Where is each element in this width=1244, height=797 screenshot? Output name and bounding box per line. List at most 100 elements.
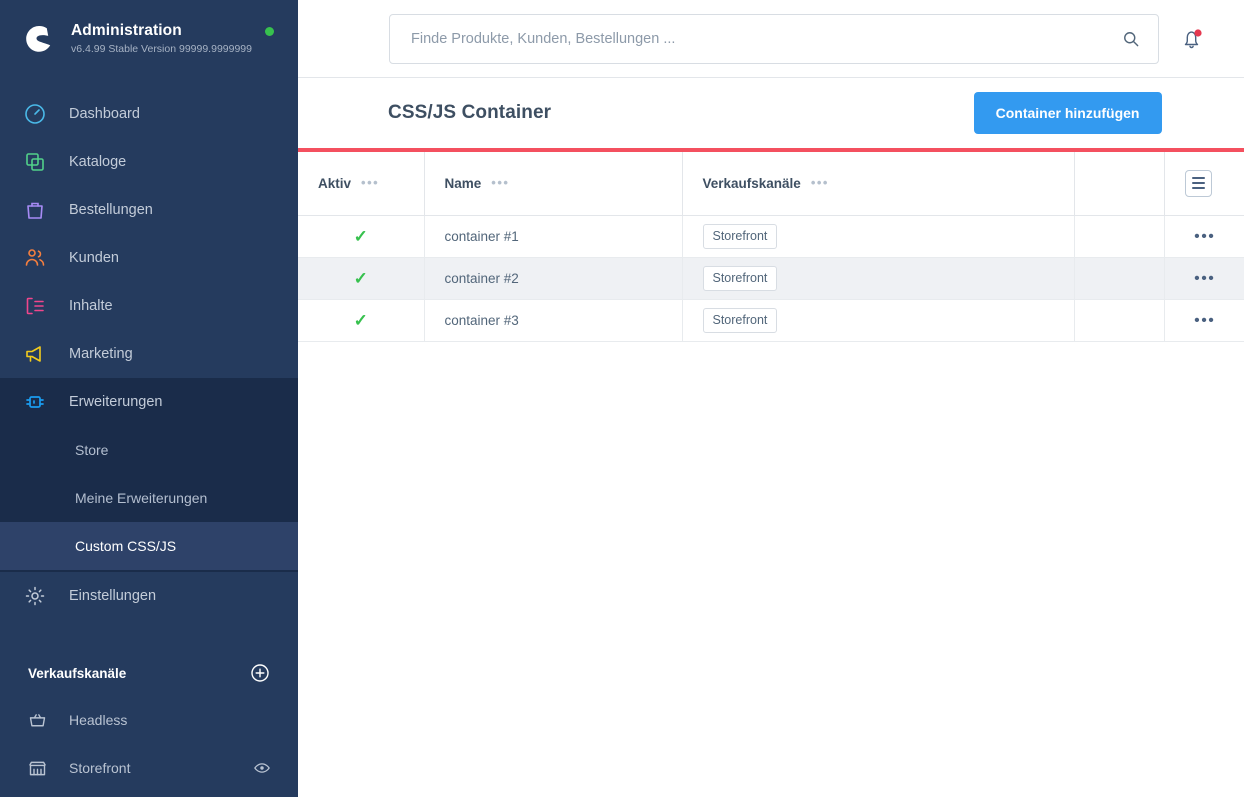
megaphone-icon bbox=[22, 341, 48, 367]
cell-active: ✓ bbox=[298, 215, 425, 258]
cell-blank bbox=[1074, 299, 1165, 342]
column-menu-icon[interactable]: ••• bbox=[811, 176, 829, 189]
cell-blank bbox=[1074, 215, 1165, 258]
sidebar-item-kataloge[interactable]: Kataloge bbox=[0, 138, 298, 186]
list-settings-icon[interactable] bbox=[1184, 169, 1212, 197]
main-navigation: Dashboard Kataloge Bestellungen Kunden I… bbox=[0, 78, 298, 620]
sidebar-subitem-label: Meine Erweiterungen bbox=[75, 490, 208, 506]
gauge-icon bbox=[22, 101, 48, 127]
top-bar bbox=[298, 0, 1244, 78]
column-header-aktiv[interactable]: Aktiv ••• bbox=[298, 152, 425, 216]
sidebar-item-dashboard[interactable]: Dashboard bbox=[0, 90, 298, 138]
copy-icon bbox=[22, 149, 48, 175]
sidebar-item-erweiterungen[interactable]: Erweiterungen bbox=[0, 378, 298, 426]
ellipsis-icon[interactable]: ••• bbox=[1194, 270, 1215, 286]
container-name-link[interactable]: container #1 bbox=[445, 229, 519, 244]
ellipsis-icon[interactable]: ••• bbox=[1194, 228, 1215, 244]
sales-channel-badge: Storefront bbox=[702, 307, 778, 333]
table-body: ✓ container #1 Storefront ••• ✓ containe… bbox=[298, 215, 1244, 342]
sidebar-item-label: Dashboard bbox=[69, 106, 140, 122]
sidebar-item-store[interactable]: Store bbox=[0, 426, 298, 474]
sidebar-item-label: Kunden bbox=[69, 250, 119, 266]
sidebar: Administration v6.4.99 Stable Version 99… bbox=[0, 0, 298, 797]
users-icon bbox=[22, 245, 48, 271]
check-icon: ✓ bbox=[353, 226, 368, 246]
sidebar-subitem-label: Store bbox=[75, 442, 109, 458]
page-title: CSS/JS Container bbox=[388, 102, 552, 123]
sales-channel-badge: Storefront bbox=[702, 265, 778, 291]
column-header-verkaufskanaele[interactable]: Verkaufskanäle ••• bbox=[682, 152, 1075, 216]
column-header-name[interactable]: Name ••• bbox=[424, 152, 683, 216]
sidebar-item-inhalte[interactable]: Inhalte bbox=[0, 282, 298, 330]
ellipsis-icon[interactable]: ••• bbox=[1194, 312, 1215, 328]
sales-channel-storefront[interactable]: Storefront bbox=[0, 744, 298, 792]
sidebar-item-label: Marketing bbox=[69, 346, 133, 362]
table-row[interactable]: ✓ container #2 Storefront ••• bbox=[298, 257, 1244, 300]
sidebar-item-label: Einstellungen bbox=[69, 588, 157, 604]
cell-name[interactable]: container #1 bbox=[424, 215, 683, 258]
cell-actions: ••• bbox=[1164, 215, 1244, 258]
main-content: CSS/JS Container Container hinzufügen Ak… bbox=[298, 0, 1244, 797]
cell-name[interactable]: container #2 bbox=[424, 257, 683, 300]
column-header-blank bbox=[1074, 152, 1165, 216]
sidebar-item-marketing[interactable]: Marketing bbox=[0, 330, 298, 378]
gear-icon bbox=[22, 583, 48, 609]
sidebar-item-meine-erweiterungen[interactable]: Meine Erweiterungen bbox=[0, 474, 298, 522]
sidebar-item-kunden[interactable]: Kunden bbox=[0, 234, 298, 282]
search-input[interactable] bbox=[389, 13, 1159, 64]
table-header-row: Aktiv ••• Name ••• Verkaufskanäle ••• bbox=[298, 152, 1244, 216]
table-row[interactable]: ✓ container #1 Storefront ••• bbox=[298, 215, 1244, 258]
column-menu-icon[interactable]: ••• bbox=[491, 176, 509, 189]
admin-app: Administration v6.4.99 Stable Version 99… bbox=[0, 0, 1244, 797]
bell-icon[interactable] bbox=[1177, 24, 1207, 54]
sidebar-item-label: Erweiterungen bbox=[69, 394, 163, 410]
sidebar-item-label: Kataloge bbox=[69, 154, 127, 170]
column-header-label: Verkaufskanäle bbox=[702, 175, 801, 191]
sidebar-item-custom-css-js[interactable]: Custom CSS/JS bbox=[0, 522, 298, 570]
cell-active: ✓ bbox=[298, 257, 425, 300]
cell-actions: ••• bbox=[1164, 257, 1244, 300]
sales-channel-label: Headless bbox=[69, 712, 128, 728]
table-row[interactable]: ✓ container #3 Storefront ••• bbox=[298, 299, 1244, 342]
global-search bbox=[389, 13, 1159, 64]
plugin-icon bbox=[22, 389, 48, 415]
shop-icon bbox=[25, 756, 49, 780]
container-name-link[interactable]: container #3 bbox=[445, 313, 519, 328]
cell-sales-channels: Storefront bbox=[682, 299, 1075, 342]
search-icon[interactable] bbox=[1121, 29, 1141, 49]
sidebar-subitem-label: Custom CSS/JS bbox=[75, 538, 177, 554]
page-header: CSS/JS Container Container hinzufügen bbox=[298, 78, 1244, 148]
sales-channels-title: Verkaufskanäle bbox=[28, 665, 127, 681]
status-indicator-dot bbox=[265, 27, 274, 36]
cell-name[interactable]: container #3 bbox=[424, 299, 683, 342]
css-js-container-table: Aktiv ••• Name ••• Verkaufskanäle ••• ✓ … bbox=[298, 152, 1244, 342]
eye-icon[interactable] bbox=[253, 759, 271, 777]
cell-sales-channels: Storefront bbox=[682, 257, 1075, 300]
sidebar-item-bestellungen[interactable]: Bestellungen bbox=[0, 186, 298, 234]
column-header-actions bbox=[1164, 152, 1244, 216]
content-icon bbox=[22, 293, 48, 319]
cell-actions: ••• bbox=[1164, 299, 1244, 342]
bag-icon bbox=[22, 197, 48, 223]
sales-channel-label: Storefront bbox=[69, 760, 131, 776]
column-header-label: Aktiv bbox=[318, 175, 352, 191]
container-name-link[interactable]: container #2 bbox=[445, 271, 519, 286]
brand-version: v6.4.99 Stable Version 99999.9999999 bbox=[71, 43, 252, 55]
column-menu-icon[interactable]: ••• bbox=[361, 176, 379, 189]
add-container-button[interactable]: Container hinzufügen bbox=[973, 92, 1162, 134]
column-header-label: Name bbox=[444, 175, 482, 191]
sales-channel-headless[interactable]: Headless bbox=[0, 696, 298, 744]
check-icon: ✓ bbox=[353, 310, 368, 330]
basket-icon bbox=[25, 708, 49, 732]
brand-header[interactable]: Administration v6.4.99 Stable Version 99… bbox=[0, 0, 298, 78]
sales-channel-badge: Storefront bbox=[702, 223, 778, 249]
cell-blank bbox=[1074, 257, 1165, 300]
sales-channels-header: Verkaufskanäle bbox=[0, 650, 298, 696]
extensions-section: Erweiterungen Store Meine Erweiterungen … bbox=[0, 378, 298, 572]
brand-title: Administration bbox=[71, 22, 182, 39]
shopware-logo-icon bbox=[20, 20, 58, 58]
sidebar-item-label: Inhalte bbox=[69, 298, 113, 314]
sidebar-item-einstellungen[interactable]: Einstellungen bbox=[0, 572, 298, 620]
cell-active: ✓ bbox=[298, 299, 425, 342]
plus-circle-icon[interactable] bbox=[250, 663, 270, 683]
